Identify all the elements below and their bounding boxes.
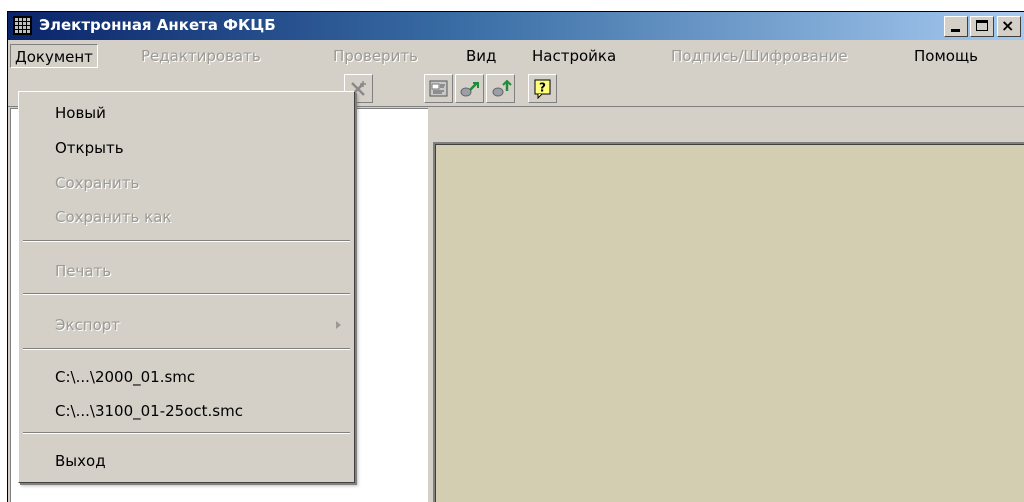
menu-item-recent-file-2[interactable]: C:\...\3100_01-25oct.smc	[20, 396, 353, 426]
menu-help[interactable]: Помощь	[910, 44, 982, 68]
maximize-button[interactable]	[970, 16, 994, 37]
menu-item-export[interactable]: Экспорт	[20, 310, 353, 340]
minimize-button[interactable]	[944, 16, 968, 37]
window-controls: ×	[944, 16, 1021, 37]
menu-separator	[23, 293, 350, 295]
toolbar-button-next[interactable]	[455, 74, 484, 103]
window-title: Электронная Анкета ФКЦБ	[39, 16, 276, 34]
menu-separator	[23, 348, 350, 350]
menu-separator	[23, 432, 350, 434]
help-icon: ?	[534, 79, 550, 99]
menu-document[interactable]: Документ	[10, 44, 98, 68]
menu-bar: Документ Редактировать Проверить Вид Нас…	[8, 40, 1024, 72]
menu-item-export-label: Экспорт	[55, 316, 121, 334]
menu-item-save-as[interactable]: Сохранить как	[20, 202, 353, 232]
document-menu-dropdown: Новый Открыть Сохранить Сохранить как Пе…	[18, 91, 355, 483]
next-icon	[460, 81, 479, 96]
menu-item-new[interactable]: Новый	[20, 98, 353, 128]
prev-icon	[492, 79, 512, 96]
menu-item-open[interactable]: Открыть	[20, 133, 353, 163]
submenu-arrow-icon	[336, 321, 341, 329]
close-icon: ×	[1001, 16, 1015, 35]
close-button[interactable]: ×	[997, 16, 1021, 37]
menu-settings[interactable]: Настройка	[528, 44, 620, 68]
help-icon-label: ?	[539, 80, 546, 94]
minimize-icon	[951, 29, 960, 32]
menu-item-exit[interactable]: Выход	[20, 446, 353, 476]
menu-item-print[interactable]: Печать	[20, 256, 353, 286]
form-icon	[429, 80, 447, 96]
menu-edit[interactable]: Редактировать	[137, 44, 265, 68]
toolbar-button-form[interactable]	[424, 74, 453, 103]
form-workspace[interactable]	[435, 144, 1024, 502]
menu-item-recent-file-1[interactable]: C:\...\2000_01.smc	[20, 362, 353, 392]
menu-separator	[23, 240, 350, 242]
menu-sign-encrypt[interactable]: Подпись/Шифрование	[667, 44, 852, 68]
toolbar-button-help[interactable]: ?	[528, 74, 557, 103]
maximize-icon	[976, 20, 988, 31]
menu-view[interactable]: Вид	[462, 44, 500, 68]
form-workspace-pane	[433, 142, 1024, 502]
menu-verify[interactable]: Проверить	[329, 44, 422, 68]
title-bar[interactable]: Электронная Анкета ФКЦБ ×	[8, 12, 1024, 40]
app-grid-icon[interactable]	[13, 16, 32, 35]
toolbar-button-prev[interactable]	[486, 74, 515, 103]
menu-item-save[interactable]: Сохранить	[20, 168, 353, 198]
